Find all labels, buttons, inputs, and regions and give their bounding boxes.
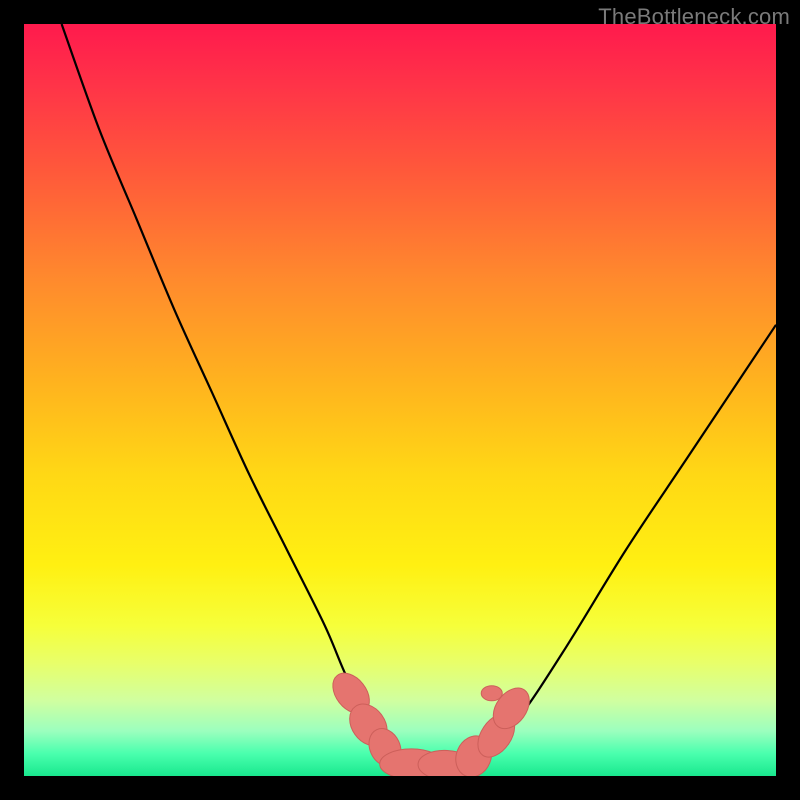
chart-outer-frame: TheBottleneck.com	[0, 0, 800, 800]
watermark-text: TheBottleneck.com	[598, 4, 790, 30]
curve-markers	[325, 666, 536, 776]
bottleneck-curve	[62, 24, 776, 767]
plot-area	[24, 24, 776, 776]
curve-layer	[24, 24, 776, 776]
curve-marker	[481, 686, 502, 701]
